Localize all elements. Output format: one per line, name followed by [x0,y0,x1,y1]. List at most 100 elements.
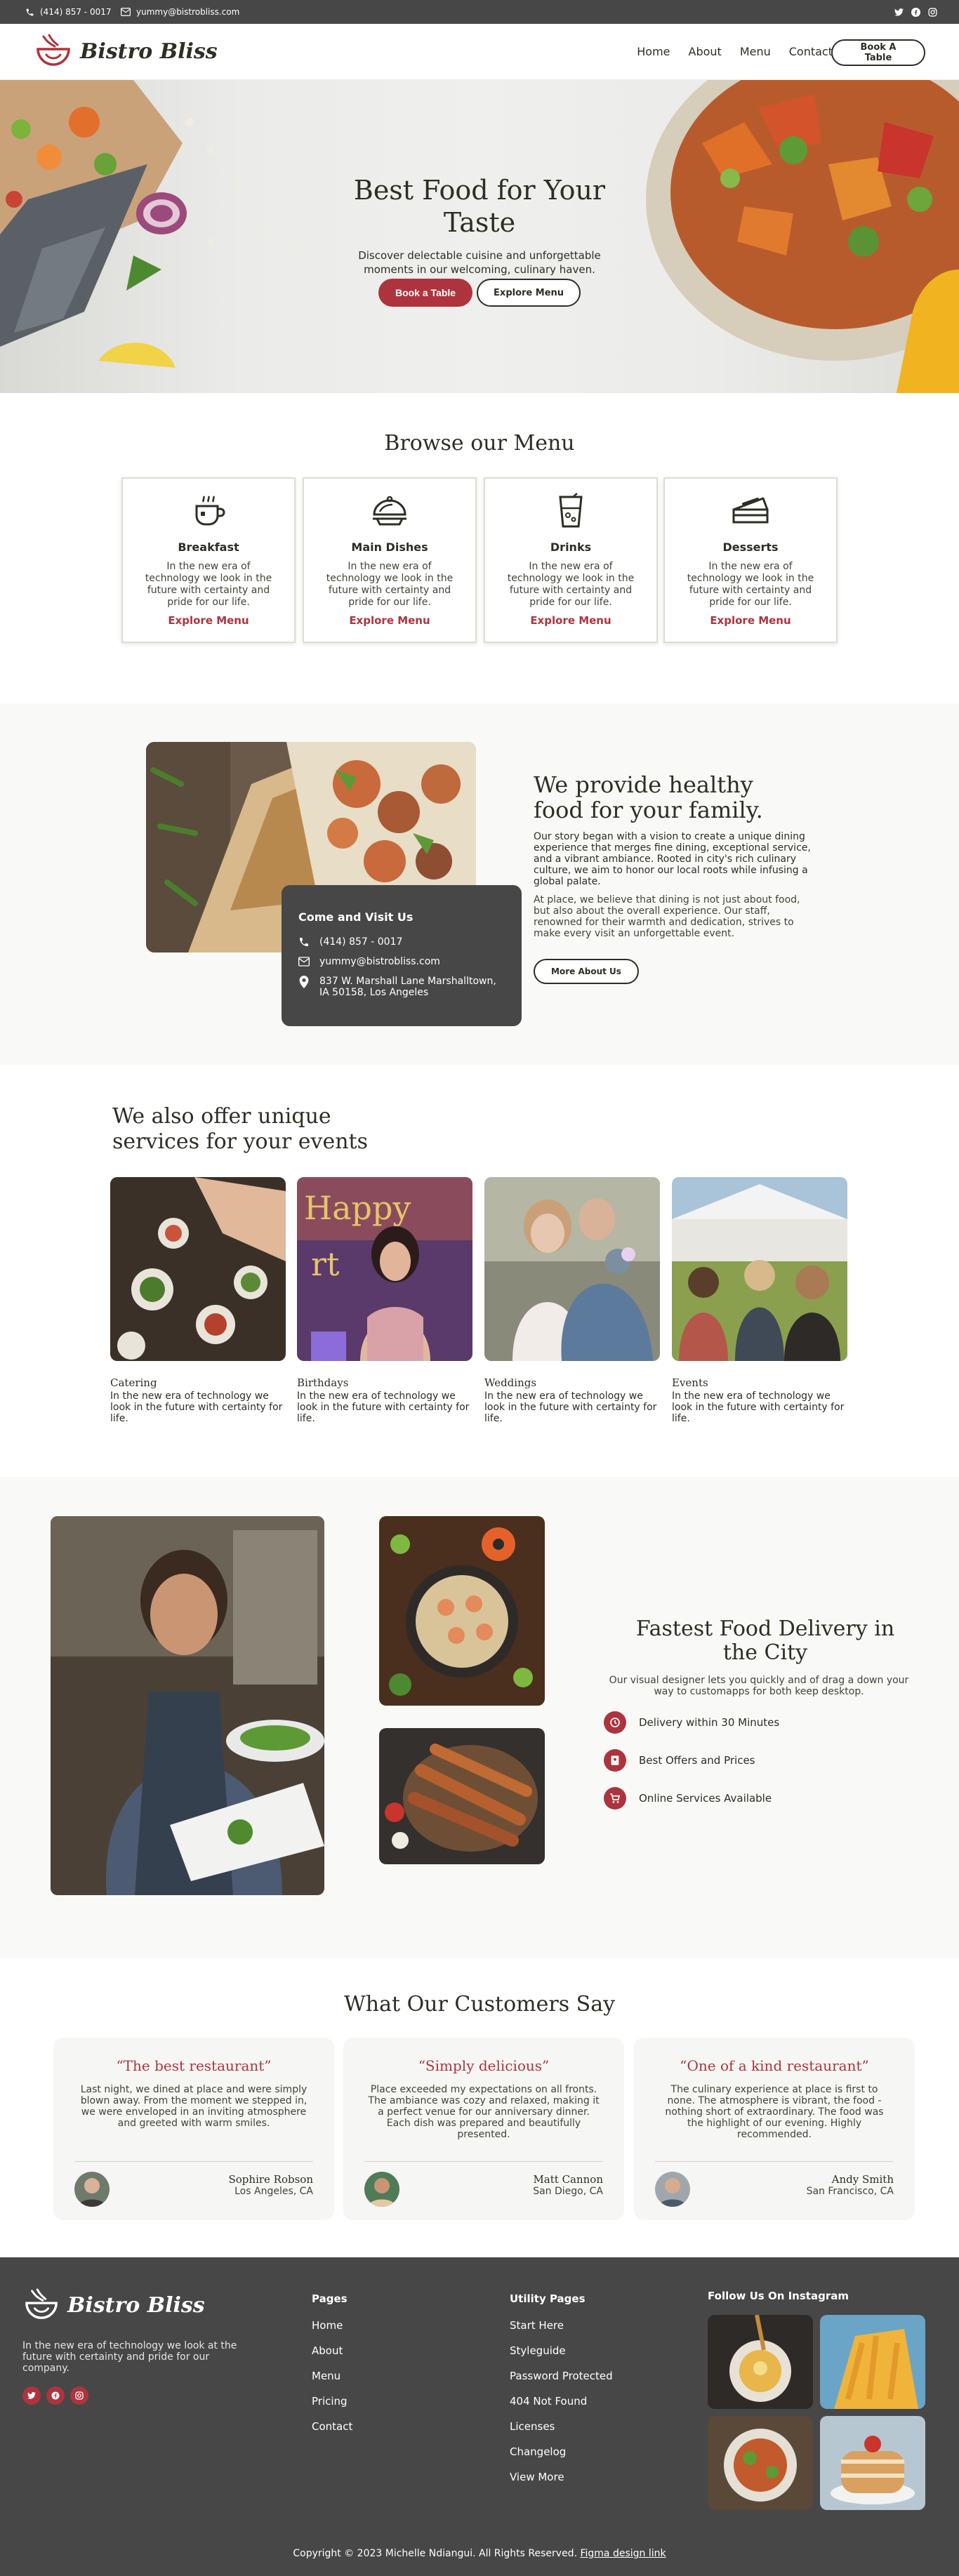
footer-link[interactable]: Start Here [510,2319,613,2332]
visit-us-phone[interactable]: (414) 857 - 0017 [298,936,505,948]
svg-text:rt: rt [311,1245,340,1283]
instagram-icon[interactable] [70,2386,88,2405]
footer-link[interactable]: View More [510,2471,613,2483]
testimonial-location: San Diego, CA [533,2186,603,2197]
footer-link[interactable]: Password Protected [510,2370,613,2382]
testimonial-name: Matt Cannon [533,2173,603,2186]
footer-link[interactable]: Contact [312,2420,352,2433]
hero-explore-menu-button[interactable]: Explore Menu [477,279,581,307]
hero-book-table-button[interactable]: Book a Table [378,279,473,307]
brand-name: Bistro Bliss [80,39,218,64]
menu-card-title: Main Dishes [351,540,428,554]
tag-icon [604,1749,626,1772]
instagram-photo-3[interactable] [708,2416,813,2510]
footer-link[interactable]: Styleguide [510,2344,613,2357]
twitter-icon[interactable] [893,6,904,18]
testimonial-headline: “One of a kind restaurant” [680,2057,869,2074]
delivery-title: Fastest Food Delivery in the City [635,1616,895,1665]
menu-card-main-dishes[interactable]: Main Dishes In the new era of technology… [303,477,477,643]
svg-text:Happy: Happy [304,1189,411,1227]
testimonial-author: Andy Smith San Francisco, CA [655,2161,894,2207]
nav-about[interactable]: About [689,45,722,58]
avatar [655,2172,690,2207]
menu-card-text: In the new era of technology we look in … [326,561,454,608]
explore-menu-link[interactable]: Explore Menu [123,614,294,627]
nav-contact[interactable]: Contact [789,45,833,58]
bowl-logo-icon [25,2288,58,2319]
service-card-weddings[interactable]: Weddings In the new era of technology we… [484,1177,660,1424]
nav-menu[interactable]: Menu [740,45,771,58]
site-header: Bistro Bliss Home About Menu Contact Boo… [0,24,959,80]
footer-logo[interactable]: Bistro Bliss [22,2288,205,2322]
weddings-image [484,1177,660,1361]
visit-us-title: Come and Visit Us [298,910,414,924]
topbar-email[interactable]: yummy@bistrobliss.com [121,7,239,17]
footer-utility-title: Utility Pages [510,2292,586,2305]
menu-card-drinks[interactable]: Drinks In the new era of technology we l… [484,477,658,643]
service-card-birthdays[interactable]: Happy rt Birthdays In the new era of tec… [297,1177,472,1424]
footer-instagram-column: Follow Us On Instagram [708,2290,849,2316]
footer-copyright: Copyright © 2023 Michelle Ndiangui. All … [0,2548,959,2559]
testimonial-card: “The best restaurant” Last night, we din… [53,2038,334,2220]
instagram-photo-1[interactable] [708,2315,813,2409]
facebook-icon[interactable] [910,6,921,18]
feature-label: Online Services Available [639,1792,772,1805]
birthdays-image: Happy rt [297,1177,472,1361]
cart-icon [604,1787,626,1810]
menu-card-title: Desserts [722,540,779,554]
explore-menu-link[interactable]: Explore Menu [485,614,656,627]
site-footer: Bistro Bliss In the new era of technolog… [0,2257,959,2576]
visit-us-email[interactable]: yummy@bistrobliss.com [298,956,505,967]
testimonials-title: What Our Customers Say [343,1992,616,2017]
testimonial-headline: “Simply delicious” [418,2057,550,2074]
hero-title: Best Food for Your Taste [353,175,606,238]
drink-glass-icon [550,490,592,532]
menu-section-title: Browse our Menu [384,431,575,456]
menu-card-desserts[interactable]: Desserts In the new era of technology we… [663,477,838,643]
visit-us-address-text: 837 W. Marshall Lane Marshalltown, IA 50… [319,976,496,998]
footer-link[interactable]: About [312,2344,352,2357]
brand-logo[interactable]: Bistro Bliss [34,34,218,69]
topbar-social [893,6,938,18]
phone-icon [26,8,34,15]
avatar [74,2172,110,2207]
feature-item: Delivery within 30 Minutes [604,1711,779,1734]
visit-us-phone-text: (414) 857 - 0017 [319,936,403,948]
menu-card-text: In the new era of technology we look in … [687,561,814,608]
cake-slice-icon [729,490,772,532]
testimonial-text: Place exceeded my expectations on all fr… [368,2084,600,2140]
footer-brand-name: Bistro Bliss [67,2292,205,2318]
chef-image [51,1516,324,1895]
explore-menu-link[interactable]: Explore Menu [665,614,836,627]
instagram-photo-4[interactable] [820,2416,925,2510]
footer-link[interactable]: Menu [312,2370,352,2382]
figma-design-link[interactable]: Figma design link [580,2548,666,2559]
service-card-catering[interactable]: Catering In the new era of technology we… [110,1177,286,1424]
book-a-table-button[interactable]: Book A Table [831,39,925,66]
feature-item: Best Offers and Prices [604,1749,779,1772]
footer-link[interactable]: Pricing [312,2395,352,2408]
instagram-icon[interactable] [927,6,938,18]
topbar-phone[interactable]: (414) 857 - 0017 [25,7,111,17]
visit-us-card: Come and Visit Us (414) 857 - 0017 yummy… [282,885,522,1026]
more-about-us-button[interactable]: More About Us [534,959,639,984]
instagram-photo-2[interactable] [820,2315,925,2409]
feature-item: Online Services Available [604,1787,779,1810]
service-card-events[interactable]: Events In the new era of technology we l… [672,1177,847,1424]
footer-link[interactable]: Licenses [510,2420,613,2433]
events-image [672,1177,847,1361]
footer-link[interactable]: Changelog [510,2445,613,2458]
hero-subtitle: Discover delectable cuisine and unforget… [358,249,601,276]
facebook-icon[interactable] [46,2386,65,2405]
service-title: Events [672,1376,708,1389]
nav-home[interactable]: Home [637,45,670,58]
menu-card-breakfast[interactable]: Breakfast In the new era of technology w… [121,477,296,643]
service-text: In the new era of technology we look in … [672,1390,845,1424]
copyright-text: Copyright © 2023 Michelle Ndiangui. All … [293,2548,578,2559]
testimonial-card: “One of a kind restaurant” The culinary … [634,2038,915,2220]
bowl-logo-icon [37,34,70,66]
footer-link[interactable]: Home [312,2319,352,2332]
explore-menu-link[interactable]: Explore Menu [304,614,475,627]
footer-link[interactable]: 404 Not Found [510,2395,613,2408]
twitter-icon[interactable] [22,2386,41,2405]
